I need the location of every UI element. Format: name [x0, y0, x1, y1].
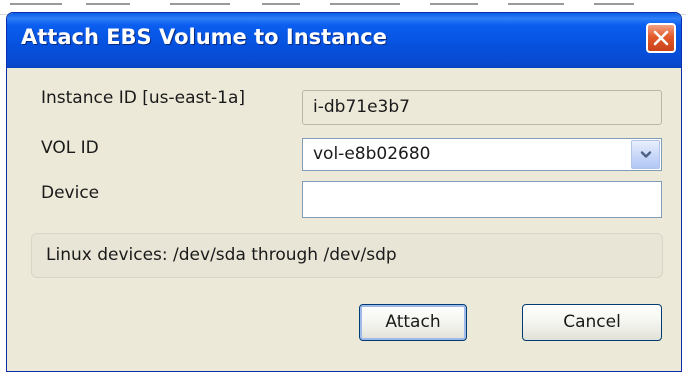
linux-devices-hint: Linux devices: /dev/sda through /dev/sdp [46, 245, 397, 265]
dialog-title: Attach EBS Volume to Instance [21, 25, 388, 49]
attach-button[interactable]: Attach [359, 304, 467, 341]
device-label: Device [41, 183, 100, 203]
chevron-down-icon [640, 151, 652, 158]
cancel-button[interactable]: Cancel [522, 304, 662, 341]
info-panel: Linux devices: /dev/sda through /dev/sdp [31, 233, 663, 278]
title-bar[interactable]: Attach EBS Volume to Instance [7, 13, 681, 68]
instance-id-field: i-db71e3b7 [302, 90, 662, 125]
close-icon [653, 30, 669, 46]
vol-id-selected-value: vol-e8b02680 [313, 144, 431, 164]
vol-id-select[interactable]: vol-e8b02680 [302, 138, 662, 171]
instance-id-label: Instance ID [us-east-1a] [41, 88, 246, 108]
attach-ebs-volume-dialog: Attach EBS Volume to Instance Instance I… [6, 12, 682, 372]
device-input[interactable] [302, 181, 662, 218]
close-button[interactable] [646, 23, 676, 53]
dialog-body: Instance ID [us-east-1a] i-db71e3b7 VOL … [11, 68, 677, 371]
vol-id-dropdown-button[interactable] [631, 140, 660, 169]
vol-id-label: VOL ID [41, 138, 99, 158]
